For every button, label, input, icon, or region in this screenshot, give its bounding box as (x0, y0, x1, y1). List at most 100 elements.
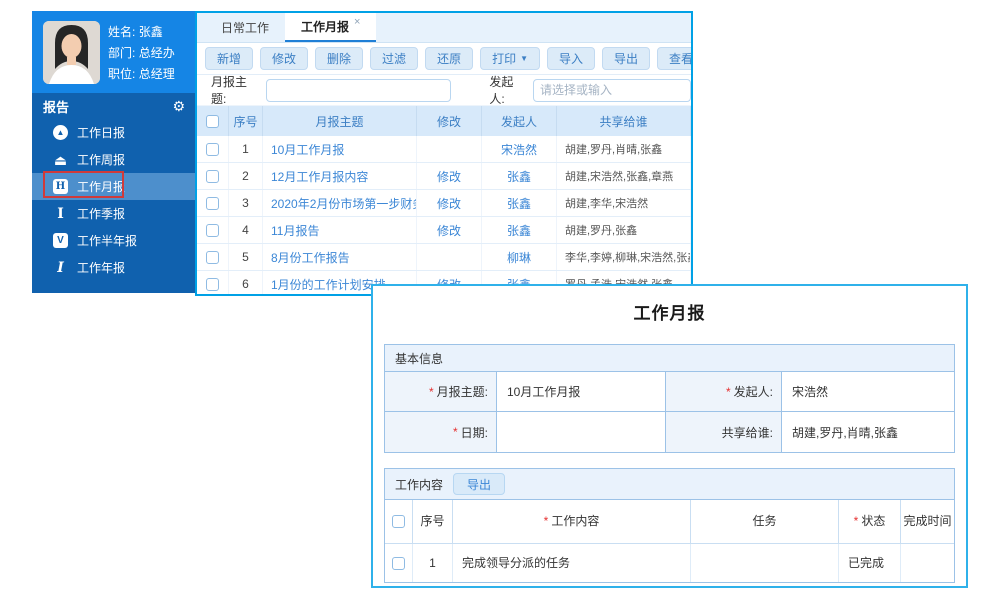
add-button[interactable]: 新增 (205, 47, 253, 70)
table-row: 4 11月报告 修改 张鑫 胡建,罗丹,张鑫 (197, 217, 691, 244)
sidebar-item-quarterly-report[interactable]: I 工作季报 (32, 200, 195, 227)
subject-filter-input[interactable] (266, 79, 451, 102)
row-index: 6 (229, 271, 263, 296)
tab-label: 工作月报 (301, 18, 349, 35)
sidebar-item-weekly-report[interactable]: ⏏ 工作周报 (32, 146, 195, 173)
sidebar-item-daily-report[interactable]: ▲ 工作日报 (32, 119, 195, 146)
sidebar-item-monthly-report[interactable]: H 工作月报 (32, 173, 195, 200)
row-checkbox[interactable] (206, 197, 219, 210)
sidebar-menu: ▲ 工作日报 ⏏ 工作周报 H 工作月报 I 工作季报 V 工作半年报 I 工作… (32, 119, 195, 281)
shared-field-label: 共享给谁: (666, 412, 782, 452)
content-column-status: * 状态 (839, 500, 901, 543)
filter-button[interactable]: 过滤 (370, 47, 418, 70)
report-subject-link[interactable]: 2020年2月份市场第一步财务... (263, 190, 417, 216)
content-row-status: 已完成 (839, 544, 901, 582)
avatar-photo (43, 21, 100, 84)
subject-filter-label: 月报主题: (211, 73, 260, 107)
content-column-content: * 工作内容 (453, 500, 691, 543)
initiator-filter-input[interactable] (533, 79, 691, 102)
initiator-link[interactable]: 张鑫 (482, 217, 557, 243)
report-subject-link[interactable]: 8月份工作报告 (263, 244, 417, 270)
sidebar: 姓名: 张鑫 部门: 总经办 职位: 总经理 报告 ⚙ ▲ 工作日报 ⏏ 工作周… (32, 11, 195, 293)
row-checkbox[interactable] (206, 224, 219, 237)
report-subject-link[interactable]: 12月工作月报内容 (263, 163, 417, 189)
required-mark: * (854, 514, 859, 529)
initiator-link[interactable]: 张鑫 (482, 163, 557, 189)
column-header-initiator: 发起人 (482, 106, 557, 136)
shared-with: 胡建,李华,宋浩然 (557, 190, 691, 216)
initiator-link[interactable]: 张鑫 (482, 190, 557, 216)
tab-label: 日常工作 (221, 19, 269, 36)
tab-monthly-report[interactable]: 工作月报 × (285, 13, 376, 42)
sidebar-item-label: 工作年报 (77, 259, 125, 276)
monthly-report-icon: H (53, 179, 68, 194)
date-field-label: * 日期: (385, 412, 497, 452)
row-checkbox[interactable] (206, 170, 219, 183)
toolbar: 新增 修改 删除 过滤 还原 打印 ▼ 导入 导出 查看日志 (197, 43, 691, 75)
work-content-title: 工作内容 (395, 476, 443, 493)
profile-name-line: 姓名: 张鑫 (108, 22, 175, 43)
select-all-checkbox-cell (197, 106, 229, 136)
table-row: 5 8月份工作报告 柳琳 李华,李婷,柳琳,宋浩然,张鑫 (197, 244, 691, 271)
basic-info-section: 基本信息 * 月报主题: 10月工作月报 * 发起人: 宋浩然 * 日期: (384, 344, 955, 453)
restore-button[interactable]: 还原 (425, 47, 473, 70)
content-row-time (901, 544, 954, 582)
modify-link[interactable]: 修改 (417, 217, 482, 243)
main-panel: 日常工作 工作月报 × 新增 修改 删除 过滤 还原 打印 ▼ 导入 导出 查看… (195, 11, 693, 296)
row-index: 1 (229, 136, 263, 162)
initiator-link[interactable]: 柳琳 (482, 244, 557, 270)
report-detail-modal: 工作月报 基本信息 * 月报主题: 10月工作月报 * 发起人: 宋浩然 * 日… (371, 284, 968, 588)
modify-link[interactable]: 修改 (417, 190, 482, 216)
sidebar-item-label: 工作日报 (77, 124, 125, 141)
modify-link[interactable] (417, 136, 482, 162)
initiator-filter-label: 发起人: (489, 73, 527, 107)
table-row: 3 2020年2月份市场第一步财务... 修改 张鑫 胡建,李华,宋浩然 (197, 190, 691, 217)
row-checkbox[interactable] (206, 278, 219, 291)
export-content-button[interactable]: 导出 (453, 473, 505, 495)
content-row-task (691, 544, 839, 582)
profile-dept-line: 部门: 总经办 (108, 43, 175, 64)
content-row-checkbox[interactable] (392, 557, 405, 570)
modify-link[interactable] (417, 244, 482, 270)
user-profile-panel: 姓名: 张鑫 部门: 总经办 职位: 总经理 (32, 11, 195, 93)
report-subject-link[interactable]: 11月报告 (263, 217, 417, 243)
column-header-subject: 月报主题 (263, 106, 417, 136)
modify-link[interactable]: 修改 (417, 163, 482, 189)
content-table-header: 序号 * 工作内容 任务 * 状态 完成时间 (385, 500, 954, 544)
row-index: 4 (229, 217, 263, 243)
basic-info-header: 基本信息 (385, 345, 954, 372)
halfyear-report-icon: V (53, 233, 68, 248)
work-content-header: 工作内容 导出 (385, 469, 954, 500)
delete-button[interactable]: 删除 (315, 47, 363, 70)
row-checkbox[interactable] (206, 143, 219, 156)
table-header: 序号 月报主题 修改 发起人 共享给谁 (197, 106, 691, 136)
content-select-all-checkbox[interactable] (392, 515, 405, 528)
gear-icon[interactable]: ⚙ (172, 98, 185, 115)
row-checkbox[interactable] (206, 251, 219, 264)
view-log-button[interactable]: 查看日志 (657, 47, 693, 70)
edit-button[interactable]: 修改 (260, 47, 308, 70)
report-subject-link[interactable]: 10月工作月报 (263, 136, 417, 162)
sidebar-item-halfyear-report[interactable]: V 工作半年报 (32, 227, 195, 254)
sidebar-item-annual-report[interactable]: I 工作年报 (32, 254, 195, 281)
print-button[interactable]: 打印 ▼ (480, 47, 540, 70)
subject-field-value: 10月工作月报 (497, 372, 666, 412)
avatar (43, 21, 100, 84)
date-field-value (497, 412, 666, 452)
sidebar-item-label: 工作季报 (77, 205, 125, 222)
table-row: 1 10月工作月报 宋浩然 胡建,罗丹,肖晴,张鑫 (197, 136, 691, 163)
tab-daily-work[interactable]: 日常工作 (205, 13, 285, 42)
initiator-link[interactable]: 宋浩然 (482, 136, 557, 162)
annual-report-icon: I (53, 260, 68, 275)
export-button[interactable]: 导出 (602, 47, 650, 70)
initiator-field-value: 宋浩然 (782, 372, 954, 412)
required-mark: * (429, 385, 434, 399)
close-icon[interactable]: × (354, 16, 360, 28)
content-column-task: 任务 (691, 500, 839, 543)
select-all-checkbox[interactable] (206, 115, 219, 128)
tab-bar: 日常工作 工作月报 × (197, 13, 691, 43)
sidebar-section-header: 报告 ⚙ (32, 93, 195, 119)
sidebar-item-label: 工作半年报 (77, 232, 137, 249)
import-button[interactable]: 导入 (547, 47, 595, 70)
column-header-no: 序号 (229, 106, 263, 136)
